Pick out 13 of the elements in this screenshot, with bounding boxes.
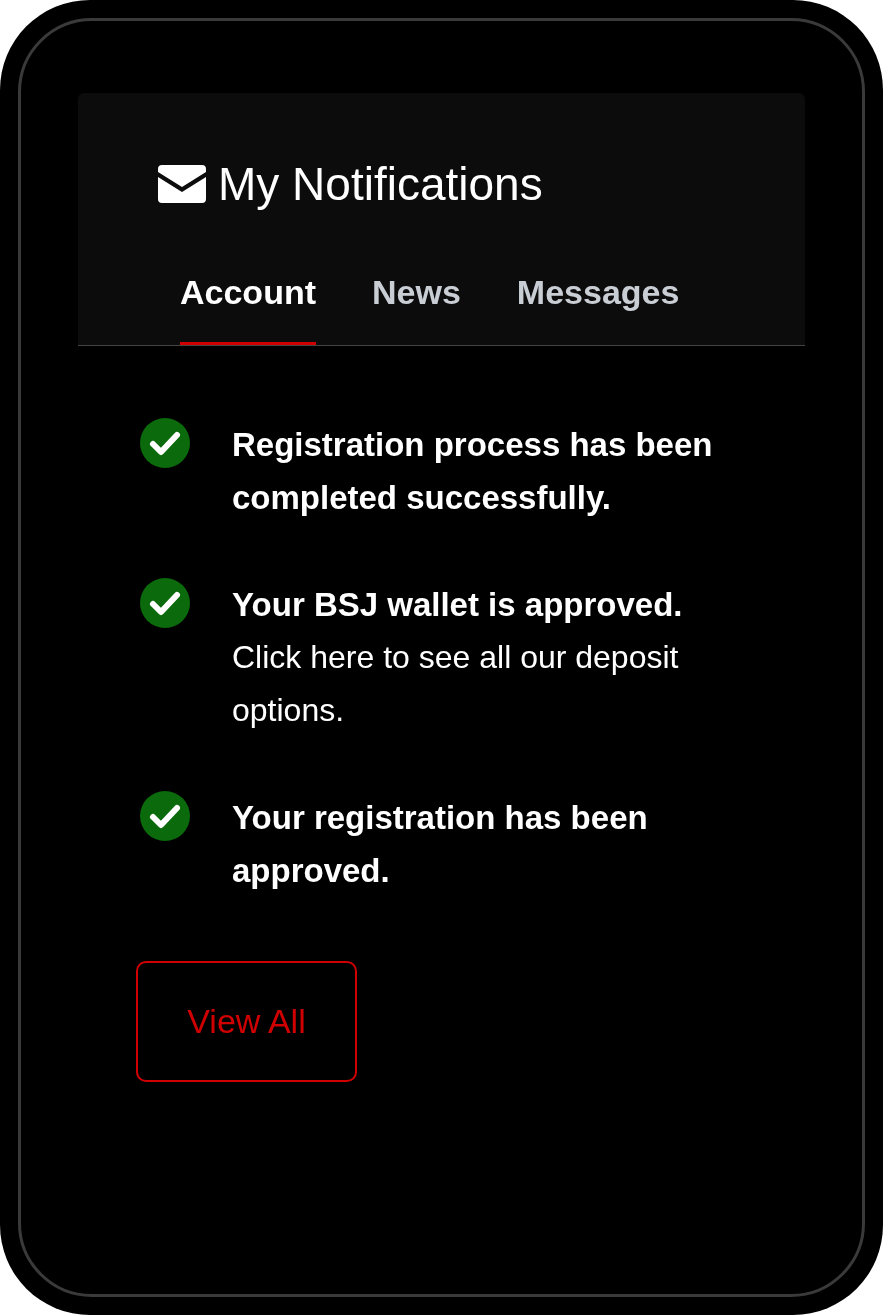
notification-text: Your BSJ wallet is approved.	[232, 585, 684, 625]
tab[interactable]: Messages	[516, 273, 680, 345]
envelope-icon	[158, 165, 206, 203]
notification-link[interactable]: Click here to see all our deposit options.	[232, 631, 742, 737]
notification-text: Your registration has been approved.	[232, 798, 649, 891]
notification-text: Registration process has been completed successfully.	[232, 425, 714, 518]
check-circle-icon	[140, 791, 190, 841]
tab[interactable]: Account	[180, 273, 316, 345]
notifications-title: My Notifications	[218, 157, 543, 211]
check-circle-icon	[140, 578, 190, 628]
view-all-button[interactable]: View All	[136, 961, 357, 1082]
check-circle-icon	[140, 418, 190, 468]
tab[interactable]: News	[372, 273, 461, 345]
